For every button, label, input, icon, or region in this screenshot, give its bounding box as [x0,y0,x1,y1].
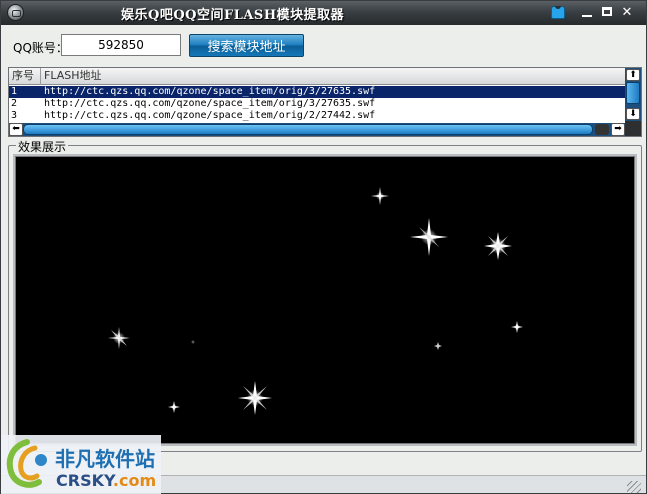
window-title: 娱乐Q吧QQ空间FLASH模块提取器 [121,8,345,23]
watermark-en-main: CRSKY [56,471,113,490]
row-url: http://ctc.qzs.qq.com/qzone/space_item/o… [44,110,376,121]
watermark-chinese: 非凡软件站 [55,447,155,471]
sparkle-star [410,218,448,256]
flash-preview-canvas[interactable] [13,154,637,446]
sparkle-star [191,340,195,344]
app-window: 娱乐Q吧QQ空间FLASH模块提取器 ✕ QQ账号： 搜索模块地址 序号 FLA… [0,0,647,494]
crsky-watermark: 非凡软件站 CRSKY.com [1,435,161,494]
vertical-scrollbar[interactable]: ⬆ ⬇ [625,68,641,121]
column-header-url[interactable]: FLASH地址 [41,68,625,85]
minimize-button[interactable] [579,5,595,20]
preview-legend: 效果展示 [16,138,69,155]
qq-account-input[interactable] [61,34,181,56]
scroll-down-icon[interactable]: ⬇ [626,108,640,120]
crsky-logo-icon [6,439,47,488]
scroll-right-icon[interactable]: ➡ [611,123,625,136]
sparkle-star [238,381,272,415]
scroll-up-icon[interactable]: ⬆ [626,69,640,81]
shirt-icon [551,6,565,19]
app-logo-icon [7,4,24,21]
flash-url-list[interactable]: 序号 FLASH地址 1 http://ctc.qzs.qq.com/qzone… [8,67,642,137]
watermark-english: CRSKY.com [56,471,156,490]
sparkle-star [371,187,389,205]
minimize-icon [582,15,592,17]
horizontal-scrollbar[interactable]: ⬅ ➡ [9,123,625,136]
horizontal-scroll-thumb[interactable] [23,124,593,135]
sparkle-star [484,232,512,260]
maximize-button[interactable] [599,5,615,20]
vertical-scroll-thumb[interactable] [626,82,640,104]
row-url: http://ctc.qzs.qq.com/qzone/space_item/o… [44,86,376,97]
search-module-button[interactable]: 搜索模块地址 [189,34,304,57]
scroll-grip[interactable] [595,124,609,135]
close-button[interactable]: ✕ [619,5,635,20]
close-icon: ✕ [621,5,633,20]
table-row[interactable]: 3 http://ctc.qzs.qq.com/qzone/space_item… [9,110,625,122]
resize-grip-icon[interactable] [627,481,641,493]
scrollbar-corner [625,121,641,136]
qq-account-label: QQ账号： [13,41,68,55]
table-row[interactable]: 1 http://ctc.qzs.qq.com/qzone/space_item… [9,86,625,98]
row-url: http://ctc.qzs.qq.com/qzone/space_item/o… [44,98,376,109]
list-header: 序号 FLASH地址 [9,68,625,85]
title-bar[interactable]: 娱乐Q吧QQ空间FLASH模块提取器 ✕ [1,1,646,25]
skin-button[interactable] [549,5,567,20]
row-index: 2 [11,98,18,109]
maximize-icon [602,7,612,16]
sparkle-animation [108,187,523,415]
row-index: 3 [11,110,18,121]
column-header-index[interactable]: 序号 [9,68,41,85]
sparkle-star [108,327,130,349]
sparkle-star [434,342,442,350]
row-index: 1 [11,86,18,97]
sparkle-star [511,321,523,333]
watermark-en-dot: .com [112,471,157,490]
table-row[interactable]: 2 http://ctc.qzs.qq.com/qzone/space_item… [9,98,625,110]
scroll-left-icon[interactable]: ⬅ [9,123,23,136]
sparkle-star [168,401,180,413]
